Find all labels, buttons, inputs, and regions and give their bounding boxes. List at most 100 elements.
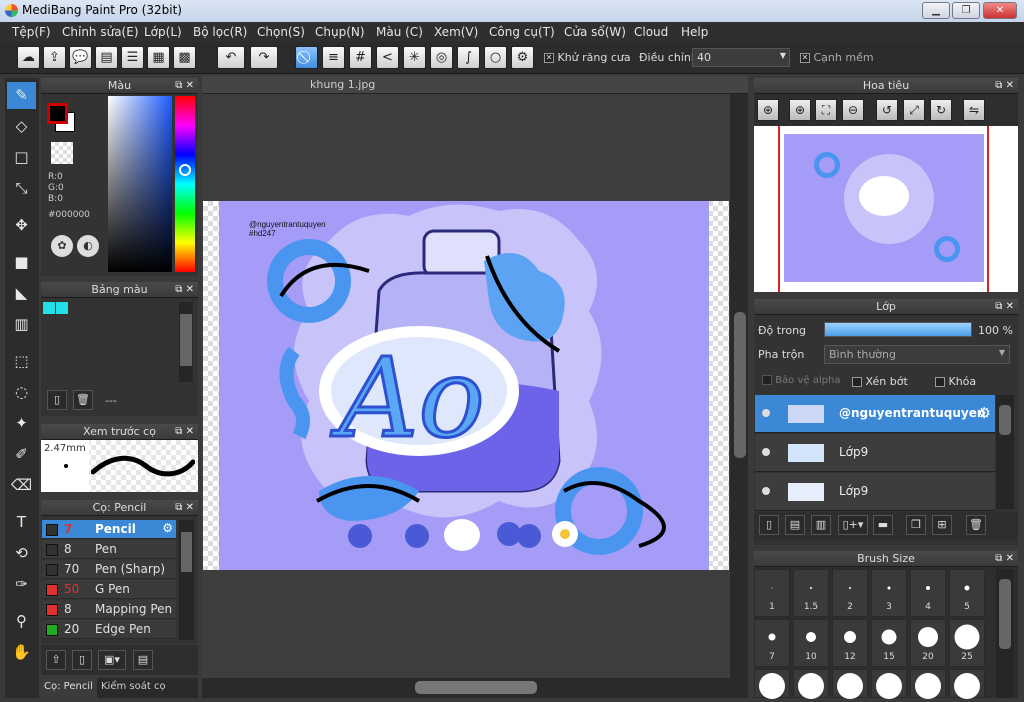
brush-size-50[interactable] [832,669,868,699]
minimize-button[interactable]: ▁ [922,2,950,19]
brush-size-30[interactable] [754,669,790,699]
opacity-slider[interactable] [824,322,972,337]
new-layer-1bit-icon[interactable]: ▥ [811,515,831,535]
panel-close-icon[interactable]: ⧉ ✕ [175,424,194,440]
operation-tool-icon[interactable]: ⟲ [7,540,36,567]
brush-size-20[interactable]: 20 [910,619,946,667]
menu-file[interactable]: Tệp(F) [12,25,51,39]
panel-close-icon[interactable]: ⧉ ✕ [995,299,1014,315]
radial-snap-icon[interactable]: ✳ [403,46,426,69]
navigator-preview[interactable] [754,126,1018,292]
actual-size-icon[interactable]: ⤢ [903,99,925,121]
menu-select[interactable]: Chọn(S) [257,25,305,39]
snap-off-icon[interactable]: ⃠ [295,46,318,69]
hue-handle[interactable] [179,164,191,176]
artwork-image[interactable]: @nguyentrantuquyen #hd247 Ao [219,201,709,570]
curve-snap-icon[interactable]: ∫ [457,46,480,69]
note-icon[interactable]: ▤ [95,46,118,69]
menu-filter[interactable]: Bộ lọc(R) [193,25,247,39]
select-rect-icon[interactable]: ⬚ [7,348,36,375]
new-page-icon[interactable]: ▯ [47,390,67,410]
magic-wand-icon[interactable]: ✦ [7,410,36,437]
flip-icon[interactable]: ⇋ [963,99,985,121]
move-tool-icon[interactable]: ✥ [7,212,36,239]
layer-row[interactable]: Lớp9 [755,473,995,511]
delete-layer-icon[interactable]: 🗑 [966,515,986,535]
hand-tool-icon[interactable]: ✋ [7,639,36,666]
brush-size-70[interactable] [910,669,946,699]
rotate-left-icon[interactable]: ↺ [876,99,898,121]
brush-size-7[interactable]: 7 [754,619,790,667]
brush-item-mapping-pen[interactable]: 8 Mapping Pen [42,600,176,619]
lock-checkbox[interactable] [935,377,945,387]
brush-size-60[interactable] [871,669,907,699]
brush-item-pencil[interactable]: 7 Pencil ⚙ [42,520,176,539]
zoom-in-2-icon[interactable]: ⊕ [789,99,811,121]
select-eraser-icon[interactable]: ⌫ [7,472,36,499]
brush-size-1[interactable]: 1 [754,569,790,617]
add-brush-icon[interactable]: ⇧ [46,650,66,670]
fit-icon[interactable]: ⛶ [815,99,837,121]
palette-swatch[interactable] [56,302,68,314]
menu-view[interactable]: Xem(V) [434,25,478,39]
brush-size-10[interactable]: 10 [793,619,829,667]
brush-size-40[interactable] [793,669,829,699]
brush-menu-icon[interactable]: ▣▾ [98,650,126,670]
lasso-tool-icon[interactable]: ◌ [7,379,36,406]
blend-mode-select[interactable]: Bình thường ▼ [824,345,1010,364]
brush-size-12[interactable]: 12 [832,619,868,667]
fill-tool-icon[interactable]: ◣ [7,280,36,307]
comment-icon[interactable]: 💬 [69,46,92,69]
eye-icon[interactable] [762,487,770,495]
document-tab[interactable]: khung 1.jpg [310,78,375,91]
select-pen-icon[interactable]: ⤡ [7,175,36,202]
menu-cloud[interactable]: Cloud [634,25,668,39]
palette-scrollbar[interactable] [179,302,193,382]
canvas-vscrollbar[interactable] [730,94,748,678]
panel-close-icon[interactable]: ⧉ ✕ [175,282,194,298]
palette-swatch[interactable] [43,302,55,314]
text-tool-icon[interactable]: T [7,509,36,536]
folder-icon[interactable]: ▬ [873,515,893,535]
panel-close-icon[interactable]: ⧉ ✕ [995,551,1014,567]
parallel-snap-icon[interactable]: ≡ [322,46,345,69]
new-brush-icon[interactable]: ▯ [72,650,92,670]
eye-icon[interactable] [762,448,770,456]
trash-icon[interactable]: 🗑 [73,390,93,410]
layer-scrollbar[interactable] [996,395,1014,509]
redo-icon[interactable]: ↷ [250,46,278,69]
brush-size-25[interactable]: 25 [949,619,985,667]
panel-close-icon[interactable]: ⧉ ✕ [175,78,194,94]
antialias-checkbox[interactable]: ✕ [544,53,554,63]
cloud-icon[interactable]: ☁ [17,46,40,69]
brush-item-edge-pen[interactable]: 20 Edge Pen [42,620,176,639]
tab-brush-control[interactable]: Kiểm soát cọ [101,681,166,692]
brush-size-scrollbar[interactable] [996,569,1014,698]
hue-slider[interactable] [175,96,195,272]
add-layer-menu-icon[interactable]: ▯+▾ [838,515,868,535]
clip-checkbox[interactable] [852,377,862,387]
menu-help[interactable]: Help [681,25,708,39]
cross-snap-icon[interactable]: # [349,46,372,69]
brush-size-2[interactable]: 2 [832,569,868,617]
concentric-snap-icon[interactable]: ◎ [430,46,453,69]
panel-close-icon[interactable]: ⧉ ✕ [995,78,1014,94]
gradient-tool-icon[interactable]: ▥ [7,311,36,338]
share-icon[interactable]: ⇪ [43,46,66,69]
color-wheel-icon[interactable]: ✿ [51,235,73,257]
zoom-in-icon[interactable]: ⊕ [757,99,779,121]
palette-icon[interactable]: ◐ [77,235,99,257]
zoom-out-icon[interactable]: ⊖ [842,99,864,121]
menu-window[interactable]: Cửa sổ(W) [564,25,626,39]
saturation-value-box[interactable] [108,96,172,272]
duplicate-layer-icon[interactable]: ❐ [906,515,926,535]
brush-size-3[interactable]: 3 [871,569,907,617]
undo-icon[interactable]: ↶ [217,46,245,69]
dot-tool-icon[interactable]: □ [7,144,36,171]
fg-color-swatch[interactable] [47,103,68,124]
gear-icon[interactable]: ⚙ [162,521,173,535]
brush-item-g-pen[interactable]: 50 G Pen [42,580,176,599]
gear-icon[interactable]: ⚙ [978,404,991,422]
layer-row[interactable]: Lớp9 [755,434,995,472]
brush-item-pen-sharp[interactable]: 70 Pen (Sharp) [42,560,176,579]
